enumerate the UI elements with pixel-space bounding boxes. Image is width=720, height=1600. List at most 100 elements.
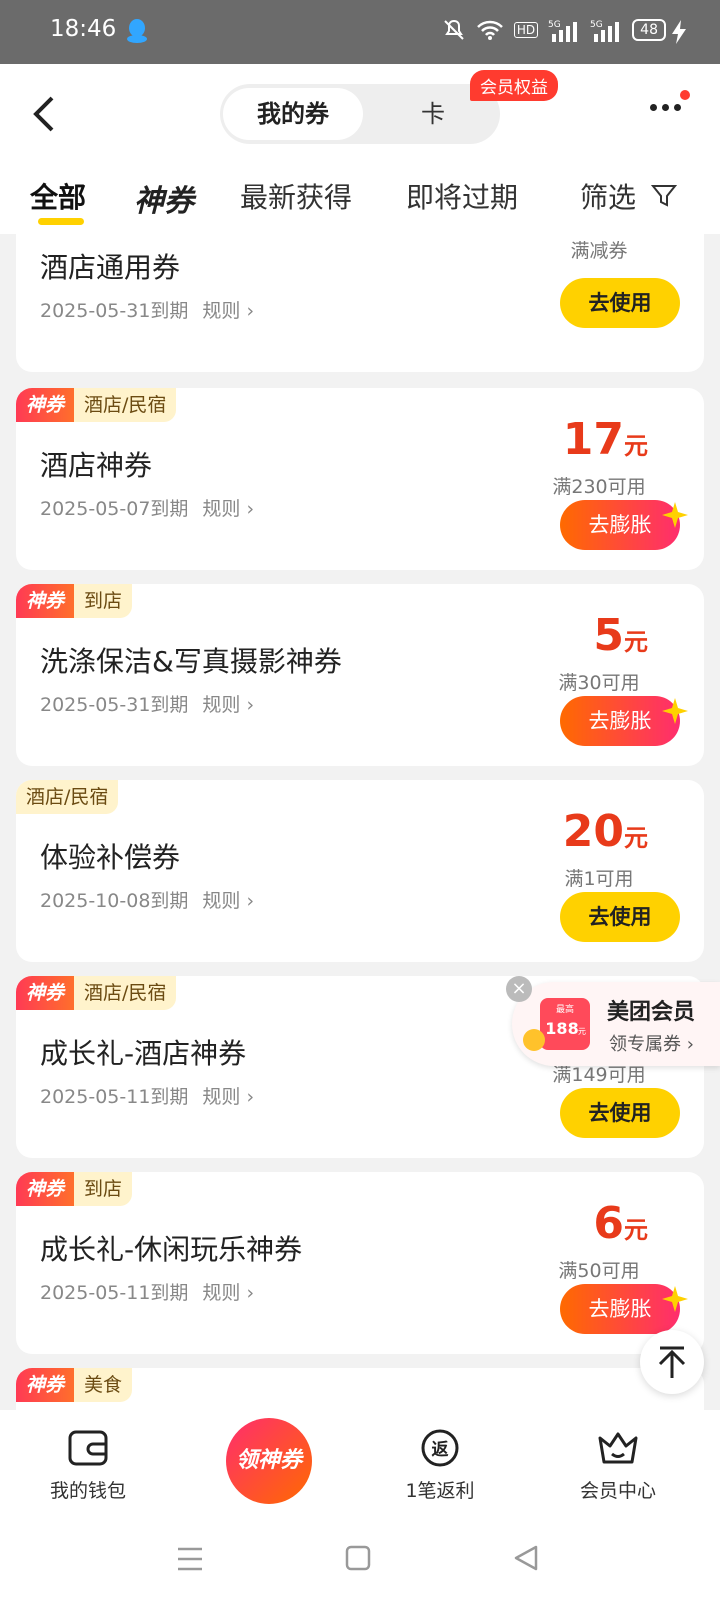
coupon-amount: 6元 (593, 1198, 648, 1249)
coupon-list: 酒店通用券 2025-05-31到期规则 › 10元 满减券 去使用 神券 酒店… (0, 234, 720, 1410)
use-button[interactable]: 去使用 (560, 1088, 680, 1138)
svg-text:188: 188 (545, 1019, 578, 1038)
rules-link[interactable]: 规则 › (202, 1086, 254, 1108)
vip-benefits-badge[interactable]: 会员权益 (470, 70, 558, 101)
coupon-title: 洗涤保洁&写真摄影神券 (40, 645, 342, 678)
coupon-amount: 10元 (563, 234, 648, 235)
rules-link[interactable]: 规则 › (202, 300, 254, 322)
coupon-title: 成长礼-酒店神券 (40, 1037, 247, 1070)
coupon-title: 酒店神券 (40, 449, 153, 482)
svg-text:返: 返 (432, 1440, 449, 1460)
vip-promo-subtitle: 领专属券 › (609, 1034, 694, 1055)
arrow-up-icon (658, 1346, 686, 1378)
back-arrow-icon[interactable] (30, 94, 60, 134)
menu-icon[interactable] (176, 1546, 204, 1572)
coupon-card[interactable]: 酒店/民宿 体验补偿券 2025-10-08到期 规则 › 20元 满1可用 去使… (16, 780, 704, 962)
mute-bell-icon (444, 19, 464, 40)
rules-link[interactable]: 规则 › (202, 498, 254, 520)
shen-tag: 神券 (16, 584, 75, 618)
coupon-tags: 神券 美食 (16, 1368, 133, 1402)
filter-tabs: 全部 神券 最新获得 即将过期 筛选 (0, 168, 720, 228)
back-to-top-button[interactable] (640, 1330, 704, 1394)
rules-link[interactable]: 规则 › (202, 890, 254, 912)
nav-wallet-label: 我的钱包 (49, 1480, 126, 1502)
coupon-tags: 酒店/民宿 (16, 780, 119, 814)
rebate-icon: 返 (421, 1429, 459, 1467)
vip-promo-float[interactable]: 最高 188 元 美团会员 领专属券 › (512, 982, 720, 1066)
coupon-title: 体验补偿券 (40, 841, 181, 874)
signal-5g-icon-2: 5G (590, 20, 620, 42)
home-icon[interactable] (344, 1544, 372, 1572)
rules-link[interactable]: 规则 › (202, 1282, 254, 1304)
status-bar: 18:46 HD 5G 5G 48 (0, 0, 720, 64)
coupon-condition: 满减券 (570, 240, 628, 262)
tab-newest[interactable]: 最新获得 (240, 176, 352, 216)
notification-dot (680, 90, 690, 100)
page-header: 我的券 卡 会员权益 全部 神券 最新获得 即将过期 筛选 (0, 64, 720, 234)
svg-text:5G: 5G (548, 20, 561, 30)
nav-member-center[interactable]: 会员中心 (548, 1428, 688, 1503)
coupon-card[interactable]: 酒店通用券 2025-05-31到期规则 › 10元 满减券 去使用 (16, 234, 704, 372)
system-nav-bar (0, 1520, 720, 1600)
sparkle-icon (662, 1286, 688, 1312)
nav-rebate-label: 1笔返利 (405, 1480, 475, 1502)
segmented-control: 我的券 卡 (220, 84, 500, 144)
coupon-expiry: 2025-05-31到期 规则 › (40, 300, 255, 322)
rules-link[interactable]: 规则 › (202, 694, 254, 716)
tab-all[interactable]: 全部 (30, 176, 86, 216)
coupon-card[interactable]: 神券 美食 (16, 1368, 704, 1410)
coupon-expiry: 2025-05-31到期 规则 › (40, 694, 255, 716)
coupon-tags: 神券 酒店/民宿 (16, 388, 177, 422)
vip-coupon-icon: 最高 188 元 (523, 998, 590, 1051)
close-icon[interactable]: × (506, 976, 532, 1002)
tab-shen-coupons[interactable]: 神券 (134, 176, 194, 220)
shen-tag: 神券 (16, 388, 75, 422)
shen-tag: 神券 (16, 1172, 75, 1206)
category-tag: 酒店/民宿 (16, 780, 119, 814)
coupon-condition: 满1可用 (564, 868, 634, 890)
signal-5g-icon: 5G (548, 20, 578, 42)
coupon-expiry: 2025-05-11到期 规则 › (40, 1282, 255, 1304)
vip-promo-title: 美团会员 (607, 1000, 696, 1025)
coupon-amount: 20元 (562, 806, 648, 857)
category-tag: 到店 (74, 1172, 133, 1206)
more-menu-button[interactable] (650, 90, 690, 111)
coupon-condition: 满30可用 (558, 672, 640, 694)
tab-filter[interactable]: 筛选 (580, 176, 677, 216)
coupon-condition: 满50可用 (558, 1260, 640, 1282)
wallet-icon (68, 1430, 108, 1466)
shen-tag: 神券 (16, 976, 75, 1010)
coupon-amount: 5元 (593, 610, 648, 661)
svg-text:最高: 最高 (556, 1003, 574, 1015)
coupon-title: 酒店通用券 (40, 251, 181, 284)
tab-my-coupons[interactable]: 我的券 (223, 88, 363, 140)
coupon-amount: 17元 (562, 414, 648, 465)
wifi-icon (477, 20, 503, 40)
filter-label: 筛选 (580, 181, 637, 214)
nav-member-label: 会员中心 (579, 1480, 656, 1502)
sparkle-icon (662, 698, 688, 724)
sparkle-icon (662, 502, 688, 528)
coupon-card[interactable]: 神券 酒店/民宿 酒店神券 2025-05-07到期 规则 › 17元 满230可… (16, 388, 704, 570)
coupon-card[interactable]: 神券 到店 洗涤保洁&写真摄影神券 2025-05-31到期 规则 › 5元 满3… (16, 584, 704, 766)
coupon-expiry: 2025-05-07到期 规则 › (40, 498, 255, 520)
qq-icon (127, 19, 147, 43)
back-triangle-icon[interactable] (512, 1544, 540, 1572)
battery-indicator: 48 (632, 19, 666, 41)
nav-get-coupons[interactable]: 领神券 (226, 1418, 312, 1504)
charging-bolt-icon (672, 20, 686, 44)
more-icon (650, 104, 681, 111)
coupon-condition: 满230可用 (552, 476, 646, 498)
bottom-nav: 我的钱包 领神券 返 1笔返利 会员中心 (0, 1410, 720, 1520)
use-button[interactable]: 去使用 (560, 892, 680, 942)
svg-text:元: 元 (578, 1027, 586, 1036)
nav-rebate[interactable]: 返 1笔返利 (370, 1428, 510, 1503)
use-button[interactable]: 去使用 (560, 278, 680, 328)
coupon-tags: 神券 酒店/民宿 (16, 976, 177, 1010)
nav-wallet[interactable]: 我的钱包 (18, 1428, 158, 1503)
status-icons: HD 5G 5G 48 (442, 18, 666, 42)
category-tag: 美食 (74, 1368, 133, 1402)
category-tag: 酒店/民宿 (74, 388, 177, 422)
coupon-card[interactable]: 神券 到店 成长礼-休闲玩乐神券 2025-05-11到期 规则 › 6元 满50… (16, 1172, 704, 1354)
tab-expiring[interactable]: 即将过期 (406, 176, 518, 216)
